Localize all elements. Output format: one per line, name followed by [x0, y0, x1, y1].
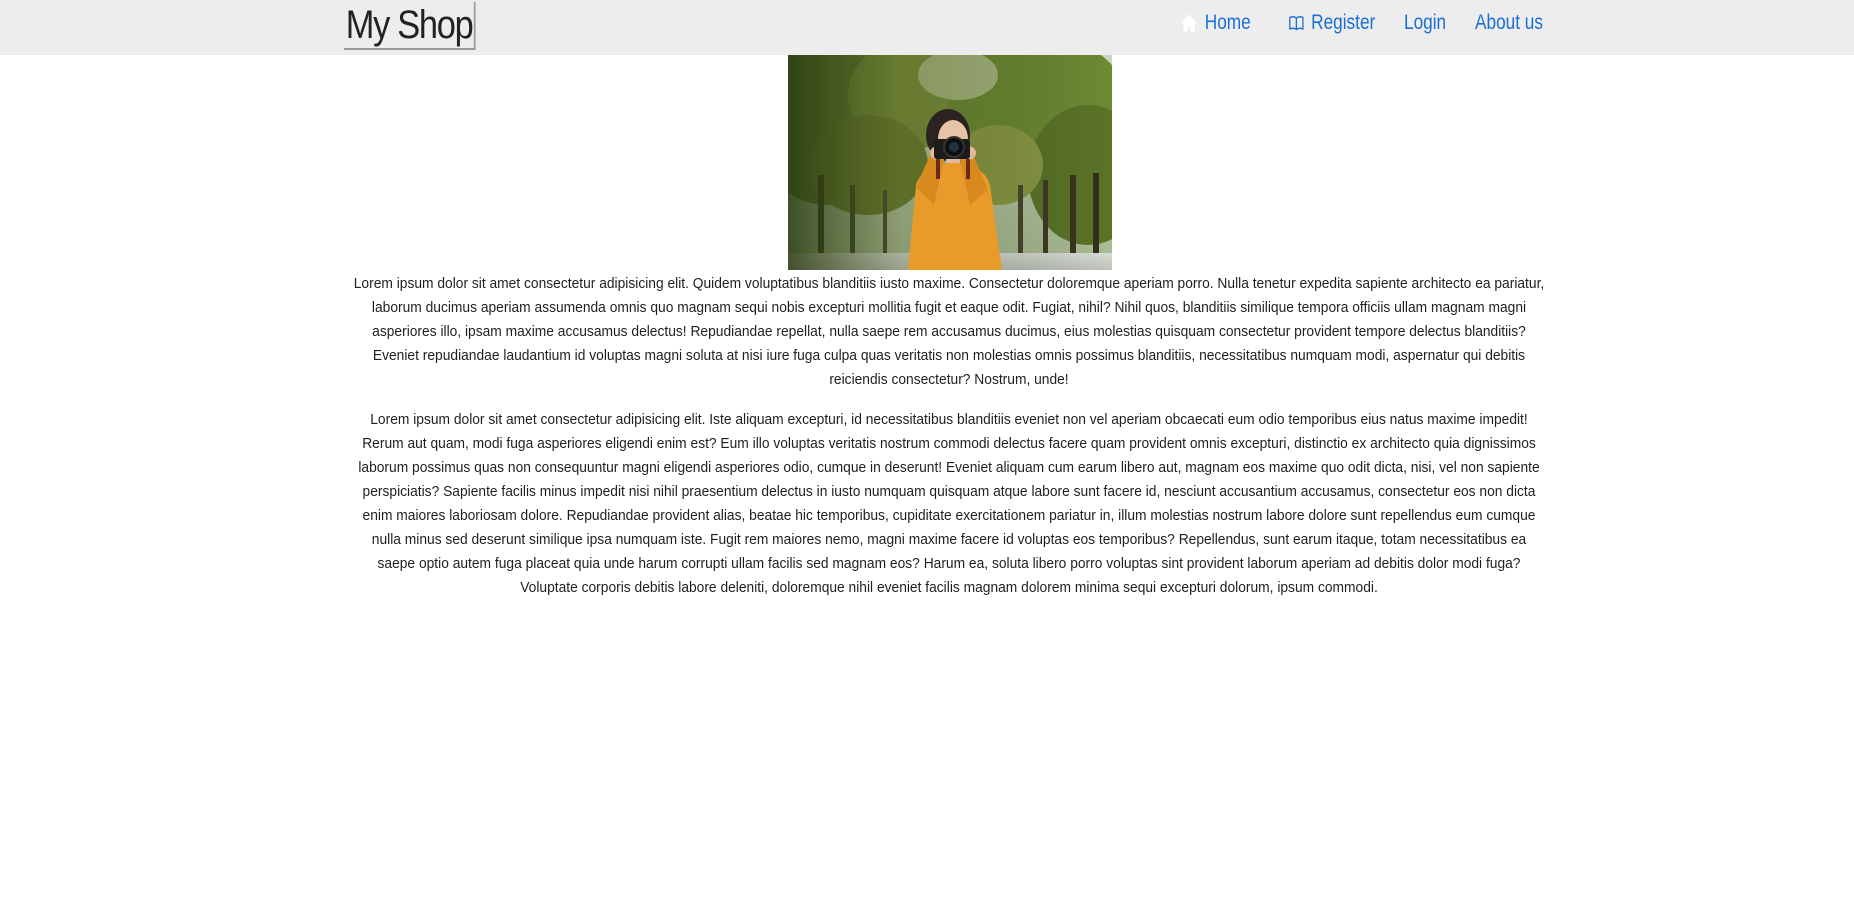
intro-paragraph-2: Lorem ipsum dolor sit amet consectetur a…	[358, 411, 1540, 596]
nav-home-link[interactable]: Home	[1181, 10, 1251, 36]
nav-login-link[interactable]: Login	[1404, 10, 1446, 36]
nav-login-label: Login	[1404, 11, 1447, 34]
nav-home-label: Home	[1204, 11, 1251, 34]
intro-paragraph-1: Lorem ipsum dolor sit amet consectetur a…	[353, 275, 1545, 388]
nav-register-label: Register	[1311, 11, 1376, 34]
main-content: Lorem ipsum dolor sit amet consectetur a…	[300, 272, 1598, 616]
hero-photo-illustration	[788, 55, 1112, 270]
nav-about-link[interactable]: About us	[1475, 10, 1543, 36]
home-icon	[1181, 14, 1198, 32]
brand-logo-link[interactable]: My Shop	[344, 2, 476, 50]
nav-register-link[interactable]: Register	[1289, 10, 1375, 36]
nav-about-label: About us	[1475, 11, 1543, 34]
top-navbar: My Shop Home Register Login About us	[0, 0, 1854, 55]
book-icon	[1289, 16, 1304, 31]
hero-image	[788, 55, 1112, 270]
